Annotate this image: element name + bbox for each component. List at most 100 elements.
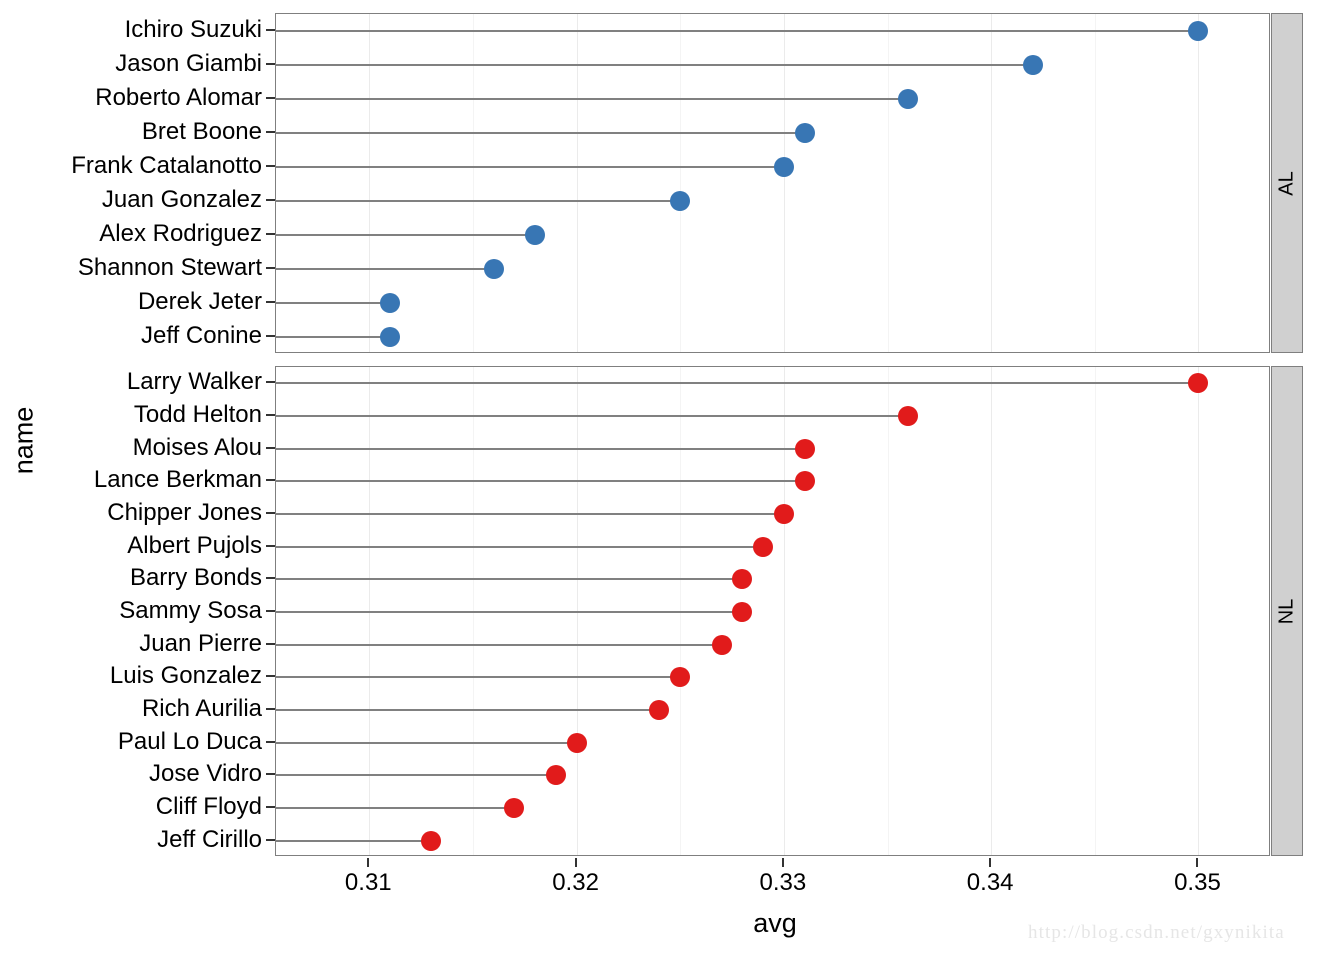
data-point[interactable] bbox=[773, 504, 794, 524]
lollipop-stem bbox=[276, 578, 743, 581]
grid-line-major bbox=[783, 367, 785, 855]
lollipop-stem bbox=[276, 513, 784, 515]
data-point[interactable] bbox=[545, 765, 566, 786]
x-axis-tick-mark bbox=[1196, 858, 1199, 867]
data-point[interactable] bbox=[483, 259, 504, 279]
data-point[interactable] bbox=[504, 798, 525, 818]
facet-strip-al-label: AL bbox=[1275, 170, 1298, 196]
lollipop-stem bbox=[276, 774, 556, 777]
facet-strip-al: AL bbox=[1271, 13, 1303, 353]
data-point[interactable] bbox=[525, 225, 546, 245]
y-axis-tick-label: Jeff Conine bbox=[141, 322, 262, 349]
y-axis-tick-label: Sammy Sosa bbox=[119, 597, 262, 624]
data-point[interactable] bbox=[421, 830, 442, 851]
panel-nl bbox=[275, 366, 1270, 856]
x-axis-tick-mark bbox=[989, 858, 992, 867]
x-axis-tick-label: 0.34 bbox=[966, 869, 1014, 896]
data-point[interactable] bbox=[732, 569, 753, 590]
data-point[interactable] bbox=[1188, 373, 1209, 394]
lollipop-stem bbox=[276, 166, 784, 168]
y-axis-tick-mark bbox=[266, 544, 275, 547]
chart-root: name Ichiro Suzuki Jason Giambi Roberto Al… bbox=[0, 0, 1344, 960]
y-axis-tick-label: Rich Aurilia bbox=[141, 695, 262, 722]
data-point[interactable] bbox=[566, 732, 587, 753]
grid-line-major bbox=[1198, 367, 1200, 855]
y-axis-tick-mark bbox=[266, 838, 275, 841]
y-axis-tick-label: Bret Boone bbox=[141, 118, 262, 145]
data-point[interactable] bbox=[773, 157, 794, 177]
lollipop-stem bbox=[276, 268, 494, 270]
y-axis-tick-label: Larry Walker bbox=[126, 368, 262, 396]
y-axis-tick-label: Luis Gonzalez bbox=[109, 662, 262, 690]
y-axis-tick-label: Shannon Stewart bbox=[77, 254, 262, 281]
lollipop-stem bbox=[276, 611, 743, 613]
lollipop-stem bbox=[276, 709, 660, 711]
y-axis-tick-mark bbox=[266, 675, 275, 678]
y-axis-tick-mark bbox=[266, 381, 275, 384]
y-axis-tick-mark bbox=[266, 233, 275, 235]
lollipop-stem bbox=[276, 480, 805, 483]
y-axis-tick-mark bbox=[266, 63, 275, 65]
data-point[interactable] bbox=[670, 667, 691, 688]
lollipop-stem bbox=[276, 545, 764, 548]
facet-strip-nl: NL bbox=[1271, 366, 1303, 856]
grid-line-major bbox=[991, 367, 993, 855]
y-axis-tick-mark bbox=[266, 610, 275, 612]
lollipop-stem bbox=[276, 234, 536, 236]
grid-line-minor bbox=[887, 367, 889, 855]
y-axis-tick-mark bbox=[266, 446, 275, 449]
panel-al bbox=[275, 13, 1270, 353]
lollipop-stem bbox=[276, 807, 515, 809]
y-axis-tick-mark bbox=[266, 773, 275, 776]
data-point[interactable] bbox=[670, 191, 691, 211]
data-point[interactable] bbox=[649, 700, 670, 720]
data-point[interactable] bbox=[711, 634, 732, 655]
y-axis-tick-mark bbox=[266, 642, 275, 645]
y-axis-tick-label: Roberto Alomar bbox=[95, 84, 262, 111]
x-axis-tick-mark bbox=[574, 858, 577, 867]
grid-line-major bbox=[1198, 14, 1200, 352]
x-axis-tick-label: 0.35 bbox=[1174, 869, 1221, 896]
data-point[interactable] bbox=[898, 89, 919, 109]
y-axis-tick-mark bbox=[266, 97, 275, 99]
x-axis-tick-label: 0.32 bbox=[552, 869, 599, 896]
y-axis-tick-label: Derek Jeter bbox=[137, 288, 262, 315]
data-point[interactable] bbox=[732, 602, 753, 622]
y-axis-tick-labels: Ichiro Suzuki Jason Giambi Roberto Alomar B… bbox=[0, 0, 275, 960]
data-point[interactable] bbox=[794, 438, 815, 459]
y-axis-tick-label: Albert Pujols bbox=[127, 531, 262, 559]
data-point[interactable] bbox=[380, 293, 400, 313]
y-axis-tick-mark bbox=[266, 165, 275, 167]
lollipop-stem bbox=[276, 302, 390, 304]
data-point[interactable] bbox=[898, 406, 919, 426]
lollipop-stem bbox=[276, 132, 805, 134]
data-point[interactable] bbox=[1188, 21, 1209, 41]
y-axis-tick-label: Todd Helton bbox=[133, 401, 262, 428]
y-axis-tick-mark bbox=[266, 131, 275, 133]
y-axis-tick-label: Lance Berkman bbox=[93, 466, 262, 494]
y-axis-tick-label: Juan Pierre bbox=[139, 629, 262, 657]
y-axis-tick-label: Alex Rodriguez bbox=[99, 220, 262, 247]
y-axis-tick-label: Jason Giambi bbox=[115, 50, 262, 77]
y-axis-tick-mark bbox=[266, 577, 275, 580]
y-axis-tick-label: Chipper Jones bbox=[107, 499, 262, 526]
lollipop-stem bbox=[276, 200, 681, 202]
y-axis-tick-mark bbox=[266, 335, 275, 337]
y-axis-tick-label: Ichiro Suzuki bbox=[124, 16, 262, 43]
x-axis-tick-label: 0.31 bbox=[344, 869, 392, 896]
y-axis-tick-label: Barry Bonds bbox=[129, 564, 262, 592]
y-axis-tick-label: Cliff Floyd bbox=[155, 793, 262, 820]
lollipop-stem bbox=[276, 643, 722, 646]
lollipop-stem bbox=[276, 30, 1199, 32]
data-point[interactable] bbox=[794, 471, 815, 492]
lollipop-stem bbox=[276, 839, 432, 842]
lollipop-stem bbox=[276, 382, 1199, 385]
data-point[interactable] bbox=[753, 536, 774, 557]
y-axis-tick-mark bbox=[266, 301, 275, 303]
y-axis-tick-mark bbox=[266, 512, 275, 514]
data-point[interactable] bbox=[380, 327, 400, 347]
data-point[interactable] bbox=[794, 123, 815, 143]
y-axis-tick-label: Juan Gonzalez bbox=[101, 186, 262, 213]
data-point[interactable] bbox=[1022, 55, 1043, 75]
y-axis-tick-label: Jose Vidro bbox=[149, 760, 262, 788]
